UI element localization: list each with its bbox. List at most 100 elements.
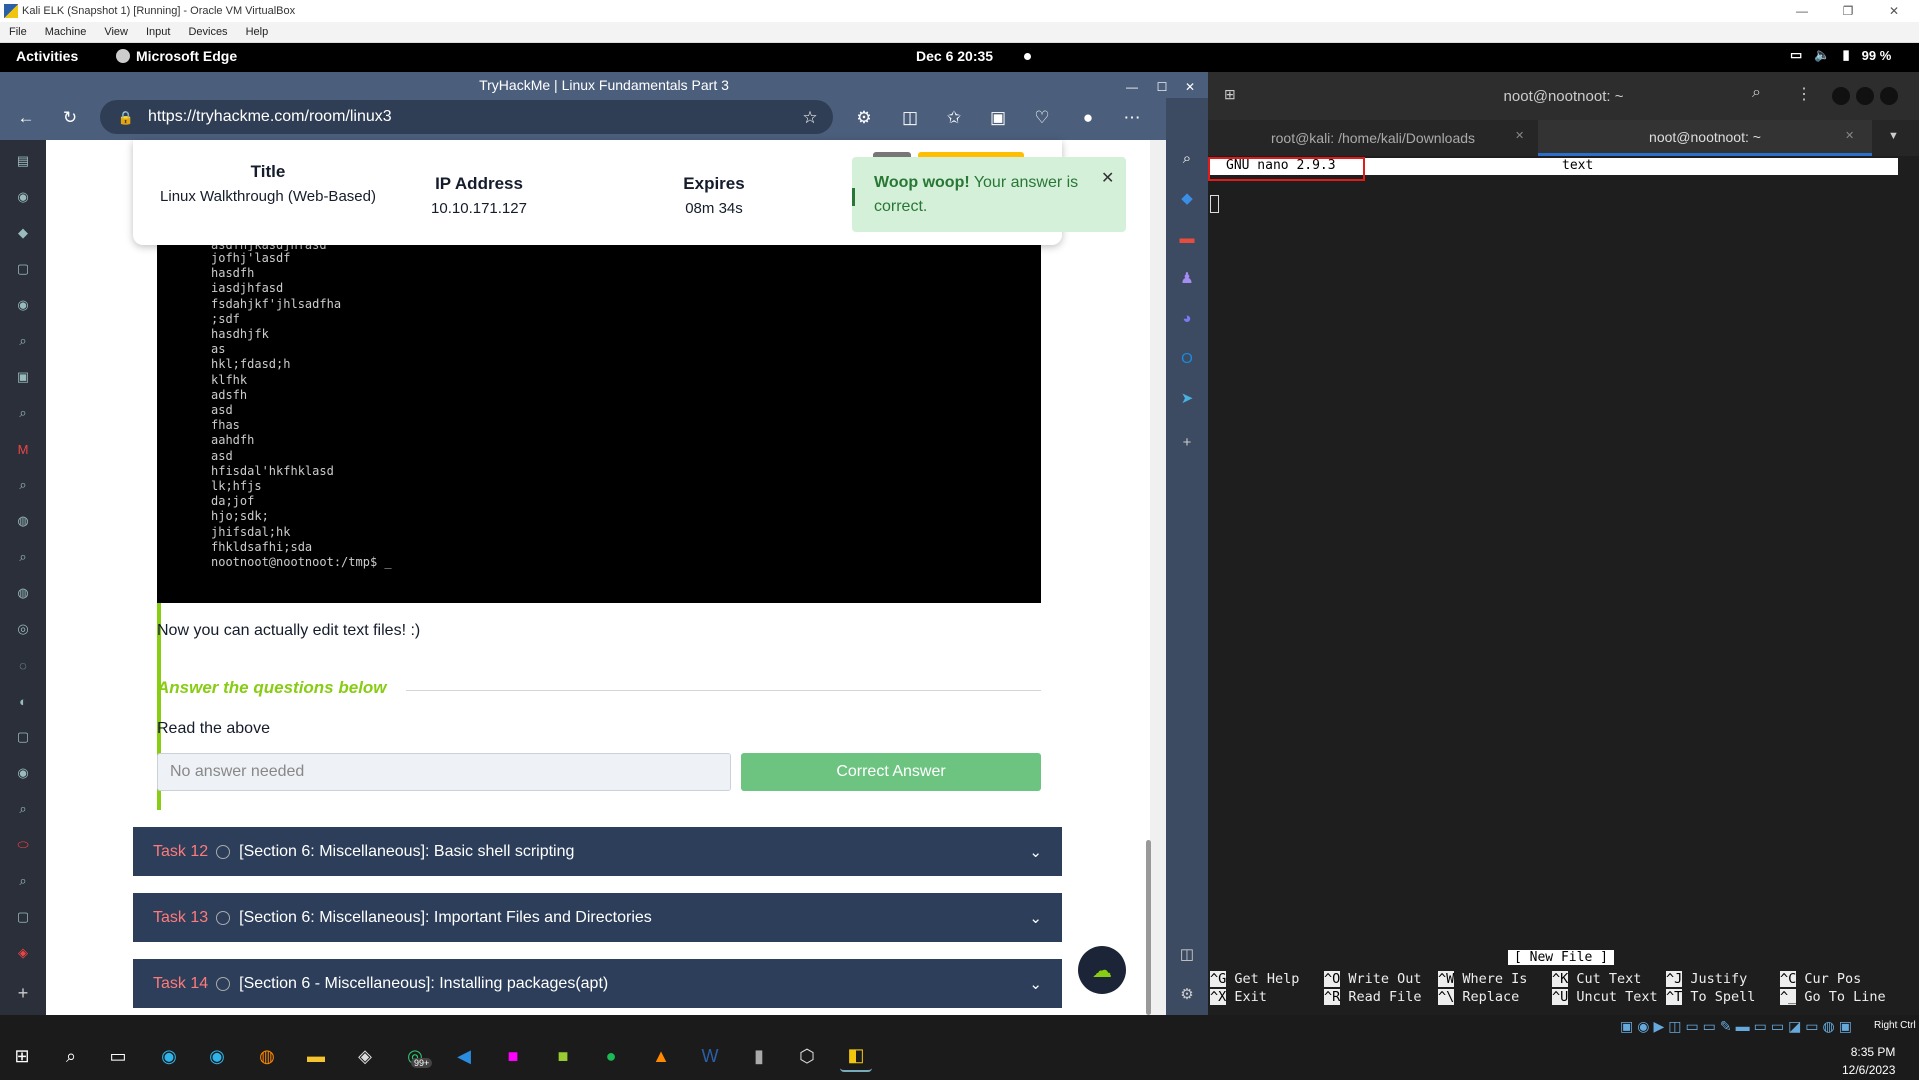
task-view-icon[interactable]: ▭ [102,1040,134,1072]
windows-start-icon[interactable]: ⊞ [6,1040,38,1072]
microsoft365-icon[interactable]: ◕ [1175,306,1199,330]
virtualbox-taskbar-icon[interactable]: ◧ [840,1040,872,1072]
tab-icon[interactable]: ◆ [13,225,33,241]
search-icon[interactable]: ⌕ [55,1040,87,1072]
close-icon[interactable] [1880,87,1898,105]
toast-close-icon[interactable]: ✕ [1101,168,1114,188]
search-tab-icon[interactable]: ⌕ [13,477,33,493]
minimize-icon[interactable] [1832,87,1850,105]
cube-icon[interactable]: ⬡ [791,1040,823,1072]
tab-close-icon[interactable]: ✕ [1845,129,1854,142]
sidebar-settings-icon[interactable]: ⚙ [1175,982,1199,1006]
terminal-tab-noot[interactable]: noot@nootnoot: ~ [1538,120,1872,156]
app-icon[interactable]: ◈ [349,1040,381,1072]
app-icon[interactable]: ▮ [743,1040,775,1072]
edge-icon[interactable]: ◉ [201,1040,233,1072]
minimize-icon[interactable]: — [1782,0,1822,22]
new-tab-icon[interactable]: ⊞ [1224,86,1236,103]
search-icon[interactable]: ⌕ [1175,146,1199,170]
search-tab-icon[interactable]: ⌕ [13,801,33,817]
tab-actions-icon[interactable]: ▤ [13,153,33,169]
tab-icon[interactable]: ◐ [13,693,33,709]
menu-help[interactable]: Help [237,26,278,38]
search-tab-icon[interactable]: ⌕ [13,333,33,349]
github-tab-icon[interactable]: ◉ [13,297,33,313]
clock[interactable]: Dec 6 20:35 [916,48,993,64]
menu-view[interactable]: View [95,26,137,38]
tab-icon[interactable]: ⬭ [13,837,33,853]
document-tab-icon[interactable]: ▢ [13,909,33,925]
system-tray[interactable]: ▭ 🔈 ▮ 99 % [1790,47,1891,63]
pycharm-icon[interactable]: ■ [547,1040,579,1072]
answer-input[interactable]: No answer needed [157,753,731,791]
favorites-icon[interactable]: ✩ [942,106,966,130]
task-12-header[interactable]: Task 12 [Section 6: Miscellaneous]: Basic… [133,827,1062,876]
restore-icon[interactable]: ❐ [1828,0,1868,22]
address-bar[interactable]: https://tryhackme.com/room/linux3 [100,100,833,134]
tab-icon[interactable]: ▣ [13,369,33,385]
terminal-line: fhas [211,418,240,433]
github-tab-icon[interactable]: ◉ [13,765,33,781]
split-screen-icon[interactable]: ◫ [898,106,922,130]
vlc-icon[interactable]: ▲ [645,1040,677,1072]
terminal-search-icon[interactable]: ⌕ [1752,84,1761,102]
games-icon[interactable]: ♟ [1175,266,1199,290]
search-tab-icon[interactable]: ⌕ [13,873,33,889]
app-menu[interactable]: Microsoft Edge [116,48,237,64]
close-icon[interactable]: ✕ [1874,0,1914,22]
maximize-icon[interactable] [1856,87,1874,105]
sidebar-toggle-icon[interactable]: ◫ [1175,942,1199,966]
menu-file[interactable]: File [0,26,36,38]
add-sidebar-app-icon[interactable]: + [1175,430,1199,454]
text-cursor[interactable] [1210,195,1219,213]
collections-icon[interactable]: ▣ [986,106,1010,130]
tools-icon[interactable]: ▬ [1175,226,1199,250]
back-icon[interactable]: ← [14,106,38,130]
tryhackme-tab-icon[interactable]: ◈ [13,945,33,961]
spotify-icon[interactable]: ● [595,1040,627,1072]
browser-essentials-icon[interactable]: ♡ [1030,106,1054,130]
drop-icon[interactable]: ➤ [1175,386,1199,410]
gmail-tab-icon[interactable]: M [13,441,33,457]
document-tab-icon[interactable]: ▢ [13,729,33,745]
tab-dropdown-icon[interactable]: ▼ [1888,130,1899,142]
scrollbar[interactable] [1150,140,1166,1015]
file-explorer-icon[interactable]: ▬ [300,1040,332,1072]
search-tab-icon[interactable]: ⌕ [13,405,33,421]
search-tab-icon[interactable]: ⌕ [13,549,33,565]
profile-icon[interactable]: ● [1076,106,1100,130]
lock-icon[interactable]: 🔒 [114,106,138,130]
firefox-icon[interactable]: ◍ [251,1040,283,1072]
github-tab-icon[interactable]: ◉ [13,189,33,205]
extensions-icon[interactable]: ⚙ [852,106,876,130]
taskbar-clock[interactable]: 8:35 PM 12/6/2023 [1842,1043,1895,1079]
menu-devices[interactable]: Devices [179,26,236,38]
globe-tab-icon[interactable]: ◍ [13,585,33,601]
scrollbar-thumb[interactable] [1146,840,1151,1015]
edge-close-icon[interactable]: ✕ [1170,76,1210,98]
terminal-menu-icon[interactable]: ⋮ [1796,84,1812,104]
chat-assistant-icon[interactable]: ☁ [1078,946,1126,994]
more-icon[interactable]: ⋯ [1120,106,1144,130]
task-14-header[interactable]: Task 14 [Section 6 - Miscellaneous]: Inst… [133,959,1062,1008]
tab-close-icon[interactable]: ✕ [1515,129,1524,142]
menu-input[interactable]: Input [137,26,179,38]
chatgpt-tab-icon[interactable]: ◎ [13,621,33,637]
menu-machine[interactable]: Machine [36,26,96,38]
document-tab-icon[interactable]: ▢ [13,261,33,277]
activities-button[interactable]: Activities [16,48,78,64]
word-icon[interactable]: W [694,1040,726,1072]
intellij-icon[interactable]: ■ [497,1040,529,1072]
shopping-tag-icon[interactable]: ◆ [1175,186,1199,210]
edge-dev-icon[interactable]: ◉ [153,1040,185,1072]
correct-answer-button[interactable]: Correct Answer [741,753,1041,791]
terminal-tab-root[interactable]: root@kali: /home/kali/Downloads [1208,120,1538,156]
new-tab-icon[interactable]: + [13,983,33,1003]
task-13-header[interactable]: Task 13 [Section 6: Miscellaneous]: Impor… [133,893,1062,942]
vscode-icon[interactable]: ◀ [448,1040,480,1072]
outlook-icon[interactable]: O [1175,346,1199,370]
tab-icon[interactable]: ◌ [13,657,33,673]
refresh-icon[interactable]: ↻ [58,106,82,130]
favorite-star-icon[interactable]: ☆ [798,106,822,130]
globe-tab-icon[interactable]: ◍ [13,513,33,529]
